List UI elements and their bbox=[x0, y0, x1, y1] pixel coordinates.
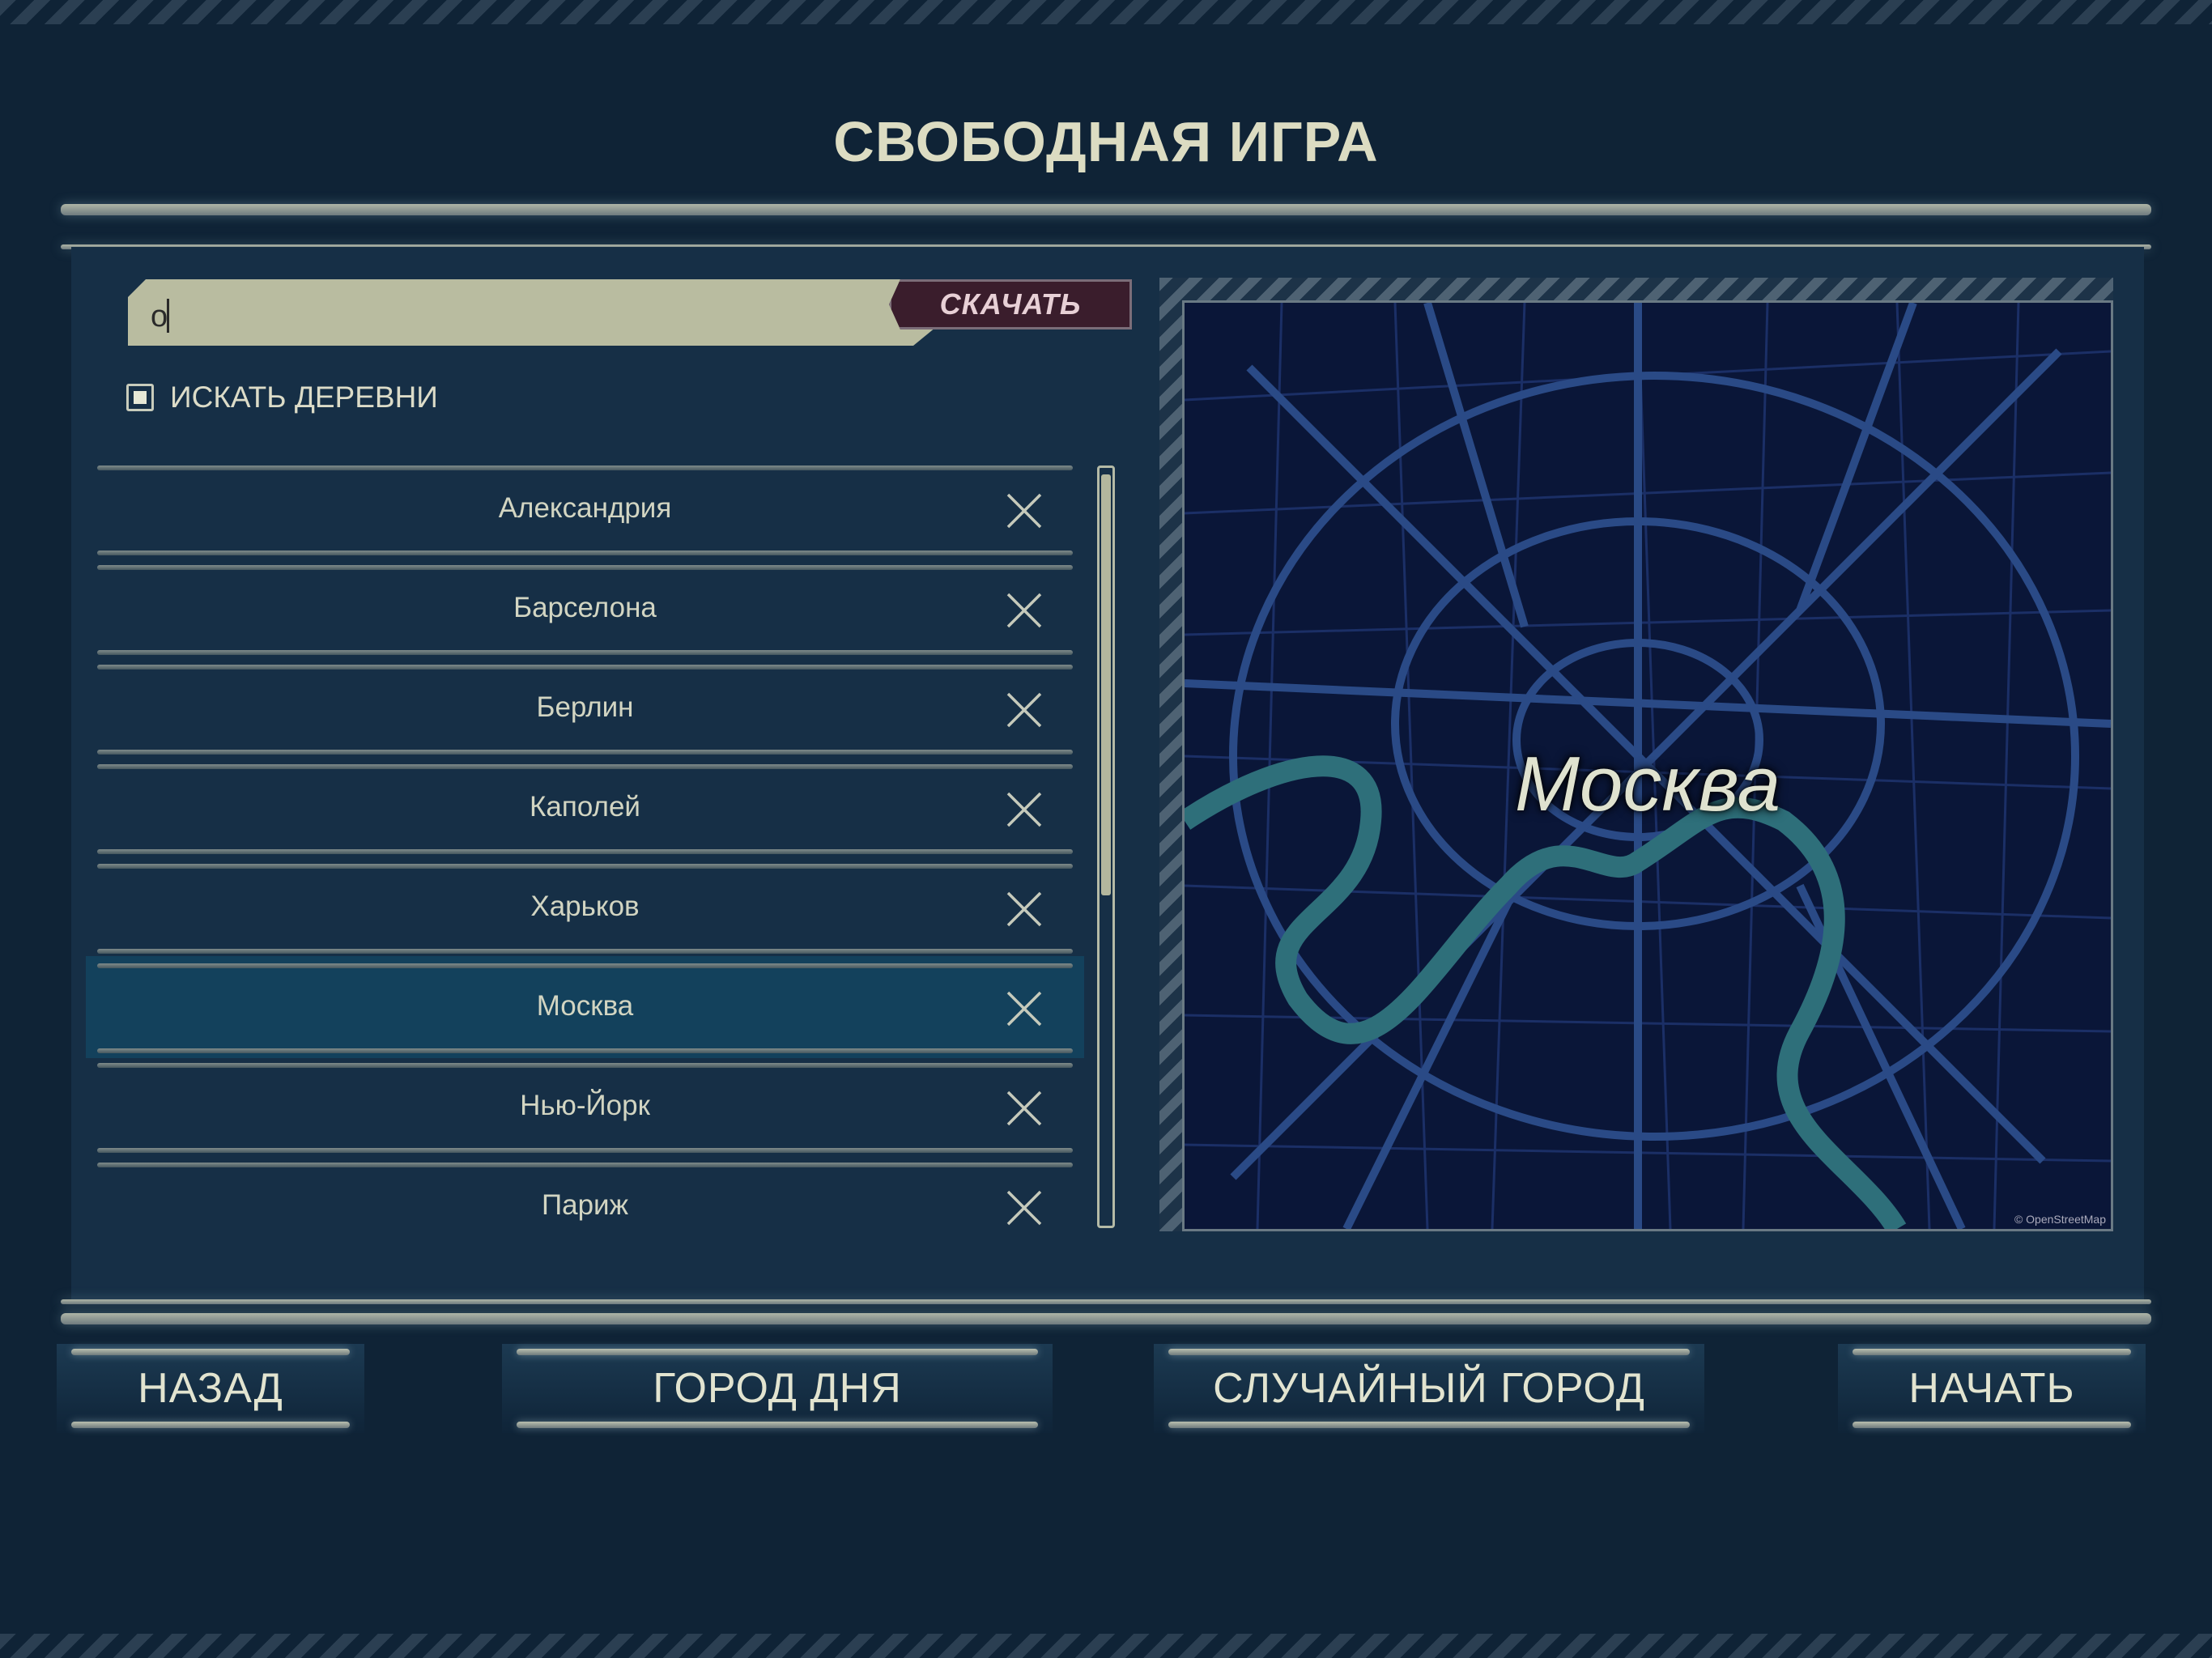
row-divider bbox=[97, 949, 1073, 954]
city-list-item[interactable]: Париж bbox=[97, 1158, 1073, 1258]
village-search-option[interactable]: ИСКАТЬ ДЕРЕВНИ bbox=[126, 380, 438, 414]
row-divider bbox=[97, 466, 1073, 470]
row-divider bbox=[97, 864, 1073, 869]
row-divider bbox=[97, 963, 1073, 968]
bottom-frame-line-inner bbox=[61, 1299, 2151, 1304]
remove-city-icon[interactable] bbox=[1004, 590, 1044, 631]
row-divider bbox=[97, 750, 1073, 755]
city-name: Берлин bbox=[536, 691, 634, 723]
scrollbar-thumb[interactable] bbox=[1101, 474, 1111, 895]
map-frame: Москва © OpenStreetMap bbox=[1159, 278, 2113, 1231]
city-name: Александрия bbox=[498, 492, 672, 524]
city-list-item[interactable]: Александрия bbox=[97, 461, 1073, 561]
city-name: Нью-Йорк bbox=[520, 1090, 650, 1121]
city-list-item[interactable]: Харьков bbox=[97, 860, 1073, 959]
text-caret bbox=[167, 299, 169, 333]
download-button[interactable]: СКАЧАТЬ bbox=[889, 279, 1132, 329]
remove-city-icon[interactable] bbox=[1004, 889, 1044, 929]
city-name: Париж bbox=[541, 1189, 629, 1221]
city-list-item[interactable]: Берлин bbox=[97, 661, 1073, 760]
city-name: Каполей bbox=[530, 791, 640, 823]
start-button[interactable]: НАЧАТЬ bbox=[1838, 1344, 2146, 1433]
row-divider bbox=[97, 1048, 1073, 1053]
row-divider bbox=[97, 1148, 1073, 1153]
remove-city-icon[interactable] bbox=[1004, 789, 1044, 830]
row-divider bbox=[97, 849, 1073, 854]
top-frame-line bbox=[61, 204, 2151, 215]
remove-city-icon[interactable] bbox=[1004, 1188, 1044, 1228]
village-search-label: ИСКАТЬ ДЕРЕВНИ bbox=[170, 380, 438, 414]
back-button[interactable]: НАЗАД bbox=[57, 1344, 364, 1433]
row-divider bbox=[97, 665, 1073, 670]
village-search-checkbox[interactable] bbox=[126, 384, 154, 411]
map-attribution: © OpenStreetMap bbox=[2014, 1213, 2106, 1226]
city-list-item[interactable]: Нью-Йорк bbox=[97, 1059, 1073, 1158]
top-hazard-stripe bbox=[0, 0, 2212, 24]
city-list: Александрия Барселона Берлин Каполей Хар… bbox=[86, 461, 1084, 1258]
bottom-frame-line bbox=[61, 1313, 2151, 1324]
city-name: Барселона bbox=[513, 592, 657, 623]
city-list-item-selected[interactable]: Москва bbox=[86, 956, 1084, 1059]
remove-city-icon[interactable] bbox=[1004, 491, 1044, 531]
row-divider bbox=[97, 551, 1073, 555]
city-list-item[interactable]: Каполей bbox=[97, 760, 1073, 860]
map-preview[interactable]: Москва © OpenStreetMap bbox=[1182, 300, 2113, 1231]
search-bar: СКАЧАТЬ bbox=[128, 279, 1132, 346]
city-name: Москва bbox=[536, 990, 634, 1022]
bottom-hazard-stripe bbox=[0, 1634, 2212, 1658]
map-city-name: Москва bbox=[1514, 741, 1781, 827]
remove-city-icon[interactable] bbox=[1004, 690, 1044, 730]
remove-city-icon[interactable] bbox=[1004, 988, 1044, 1029]
page-title: СВОБОДНАЯ ИГРА bbox=[833, 110, 1379, 173]
row-divider bbox=[97, 1063, 1073, 1068]
row-divider bbox=[97, 764, 1073, 769]
city-of-day-button[interactable]: ГОРОД ДНЯ bbox=[502, 1344, 1053, 1433]
row-divider bbox=[97, 1163, 1073, 1167]
search-input[interactable] bbox=[128, 279, 938, 346]
city-list-item[interactable]: Барселона bbox=[97, 561, 1073, 661]
city-name: Харьков bbox=[530, 891, 640, 922]
remove-city-icon[interactable] bbox=[1004, 1088, 1044, 1129]
random-city-button[interactable]: СЛУЧАЙНЫЙ ГОРОД bbox=[1154, 1344, 1704, 1433]
row-divider bbox=[97, 565, 1073, 570]
list-scrollbar[interactable] bbox=[1097, 466, 1115, 1228]
checkbox-mark bbox=[134, 391, 147, 404]
row-divider bbox=[97, 650, 1073, 655]
